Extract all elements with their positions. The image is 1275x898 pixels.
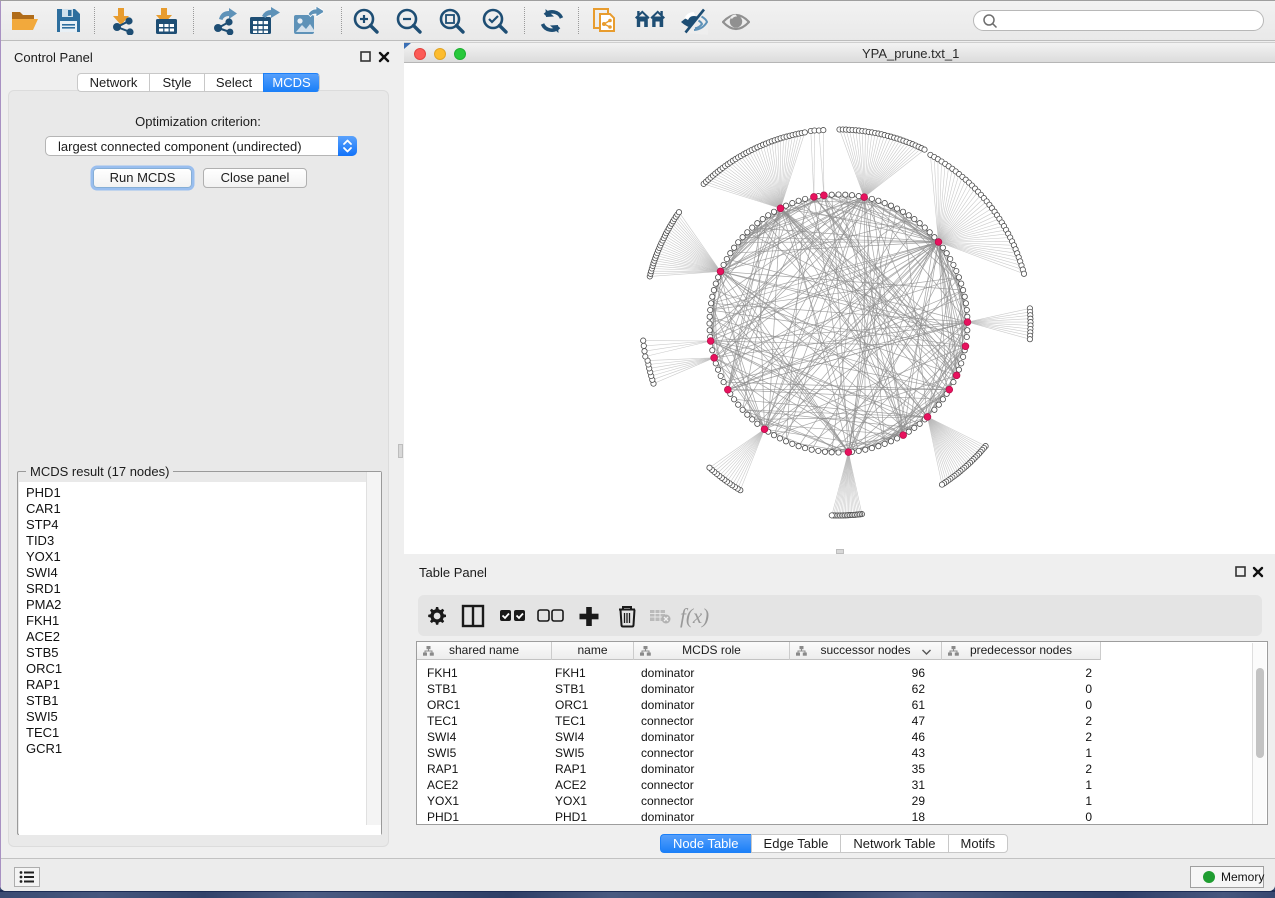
- svg-text:f(x): f(x): [680, 604, 709, 628]
